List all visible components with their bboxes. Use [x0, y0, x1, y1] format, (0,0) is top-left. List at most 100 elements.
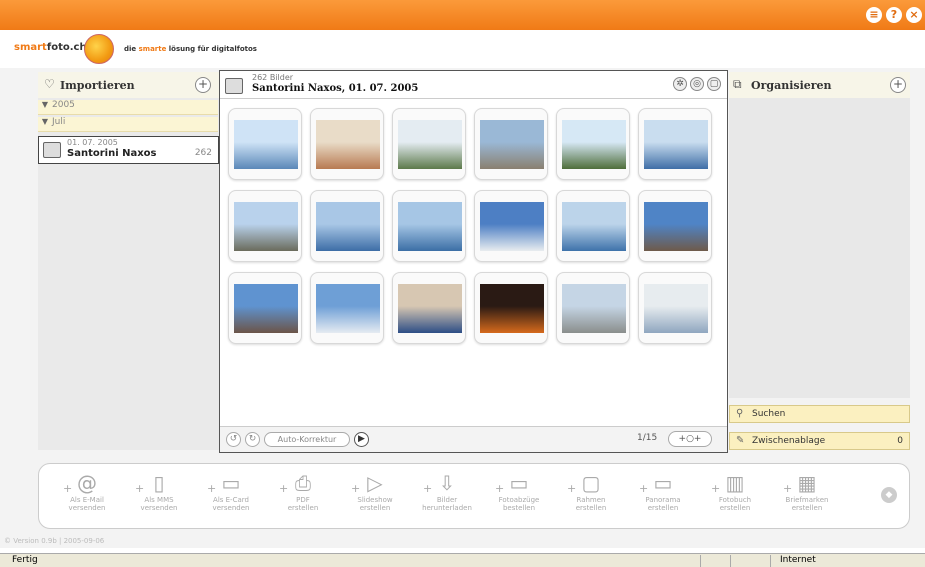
version-label: © Version 0.9b | 2005-09-06: [4, 537, 105, 545]
action-label-line1: Als E-Mail: [70, 496, 104, 504]
status-divider: [700, 555, 701, 567]
organize-header: ⧉ Organisieren +: [729, 72, 910, 98]
plus-icon: +: [63, 482, 73, 495]
action-button[interactable]: + ▭ Fotoabzüge bestellen: [489, 470, 549, 526]
photo-image: [316, 202, 380, 251]
photo-thumbnail[interactable]: [474, 108, 548, 180]
import-icon: ♡: [44, 77, 55, 91]
photo-thumbnail[interactable]: [638, 108, 712, 180]
play-icon[interactable]: ▶: [354, 432, 369, 447]
auto-correct-button[interactable]: Auto-Korrektur: [264, 432, 350, 447]
menu-icon[interactable]: ≡: [866, 7, 882, 23]
photo-browser: 262 Bilder Santorini Naxos, 01. 07. 2005…: [219, 70, 728, 453]
brand-tagline: die smarte lösung für digitalfotos: [124, 45, 257, 53]
expand-arrow-icon: ▼: [41, 117, 49, 126]
action-label-line2: erstellen: [791, 504, 823, 512]
rotate-right-icon[interactable]: ↻: [245, 432, 260, 447]
view-tools: ✲ ◎ ▢: [673, 77, 721, 91]
photo-thumbnail[interactable]: [228, 190, 302, 262]
photo-thumbnail[interactable]: [556, 190, 630, 262]
photo-image: [644, 202, 708, 251]
search-bar[interactable]: ⚲ Suchen: [729, 405, 910, 423]
action-label-line1: Bilder: [436, 496, 458, 504]
action-label-line2: versenden: [140, 504, 178, 512]
album-item-santorini[interactable]: 01. 07. 2005 Santorini Naxos 262: [38, 136, 219, 164]
organize-icon: ⧉: [733, 77, 742, 91]
brand-logo-text: smartfoto.ch: [14, 42, 87, 53]
album-name: Santorini Naxos: [67, 148, 157, 159]
tagline-part: lösung für digitalfotos: [166, 45, 257, 53]
brand-logo-icon: [84, 34, 114, 64]
action-button[interactable]: + ▦ Briefmarken erstellen: [777, 470, 837, 526]
action-button[interactable]: + ⎙ PDF erstellen: [273, 470, 333, 526]
plus-icon: +: [207, 482, 217, 495]
photo-image: [644, 120, 708, 169]
clipboard-icon: ✎: [736, 435, 745, 446]
action-tray: + @ Als E-Mail versenden + ▯ Als MMS versenden +…: [38, 463, 910, 529]
status-bar: Fertig Internet: [0, 553, 925, 567]
photo-thumbnail[interactable]: [228, 272, 302, 344]
tree-item-month[interactable]: ▼ Juli: [38, 117, 218, 132]
plus-icon: +: [495, 482, 505, 495]
brand-bar: smartfoto.ch die smarte lösung für digit…: [0, 30, 925, 68]
photo-thumbnail[interactable]: [392, 272, 466, 344]
photo-browser-header: 262 Bilder Santorini Naxos, 01. 07. 2005…: [220, 71, 727, 99]
tray-next-icon[interactable]: ◆: [881, 487, 897, 503]
organize-add-button[interactable]: +: [890, 77, 906, 93]
fullscreen-icon[interactable]: ▢: [707, 77, 721, 91]
plus-icon: +: [567, 482, 577, 495]
close-icon[interactable]: ×: [906, 7, 922, 23]
status-divider: [770, 555, 771, 567]
photo-image: [398, 120, 462, 169]
photo-thumbnail[interactable]: [228, 108, 302, 180]
photo-image: [480, 284, 544, 333]
tree-item-year[interactable]: ▼ 2005: [38, 100, 218, 115]
action-button[interactable]: + ▷ Slideshow erstellen: [345, 470, 405, 526]
brand-name-a: smart: [14, 42, 47, 53]
photo-image: [234, 120, 298, 169]
action-button[interactable]: + ▢ Rahmen erstellen: [561, 470, 621, 526]
action-label-line1: Slideshow: [357, 496, 393, 504]
album-icon: [43, 142, 61, 158]
photo-thumbnail[interactable]: [556, 108, 630, 180]
page-navigation[interactable]: +○+: [668, 431, 712, 447]
photo-thumbnail[interactable]: [392, 108, 466, 180]
photo-image: [644, 284, 708, 333]
organize-content: [729, 98, 910, 398]
clipboard-bar[interactable]: ✎ Zwischenablage 0: [729, 432, 910, 450]
clipboard-label: Zwischenablage: [752, 436, 826, 446]
action-button[interactable]: + @ Als E-Mail versenden: [57, 470, 117, 526]
action-button[interactable]: + ⇩ Bilder herunterladen: [417, 470, 477, 526]
photo-thumbnail[interactable]: [310, 272, 384, 344]
import-add-button[interactable]: +: [195, 77, 211, 93]
photo-thumbnail[interactable]: [638, 272, 712, 344]
photo-thumbnail[interactable]: [310, 190, 384, 262]
tagline-part: die: [124, 45, 139, 53]
action-button[interactable]: + ▭ Als E-Card versenden: [201, 470, 261, 526]
photo-image: [480, 202, 544, 251]
action-button[interactable]: + ▭ Panorama erstellen: [633, 470, 693, 526]
help-icon[interactable]: ?: [886, 7, 902, 23]
photo-thumbnail[interactable]: [474, 190, 548, 262]
photo-thumbnail[interactable]: [638, 190, 712, 262]
view-icon[interactable]: ◎: [690, 77, 704, 91]
rotate-left-icon[interactable]: ↺: [226, 432, 241, 447]
photo-image: [234, 202, 298, 251]
action-button[interactable]: + ▯ Als MMS versenden: [129, 470, 189, 526]
album-title: Santorini Naxos, 01. 07. 2005: [252, 83, 419, 94]
plus-icon: +: [279, 482, 289, 495]
settings-icon[interactable]: ✲: [673, 77, 687, 91]
action-label-line2: erstellen: [287, 504, 319, 512]
action-label-line1: Fotobuch: [718, 496, 752, 504]
tree-item-label: Juli: [52, 117, 66, 127]
action-button[interactable]: + ▥ Fotobuch erstellen: [705, 470, 765, 526]
expand-arrow-icon: ▼: [41, 100, 49, 109]
photo-thumbnail[interactable]: [556, 272, 630, 344]
photo-thumbnail[interactable]: [310, 108, 384, 180]
action-label-line1: Als E-Card: [213, 496, 249, 504]
photo-thumbnail[interactable]: [474, 272, 548, 344]
action-label-line2: versenden: [212, 504, 250, 512]
action-label-line2: versenden: [68, 504, 106, 512]
photo-thumbnail[interactable]: [392, 190, 466, 262]
plus-icon: +: [711, 482, 721, 495]
